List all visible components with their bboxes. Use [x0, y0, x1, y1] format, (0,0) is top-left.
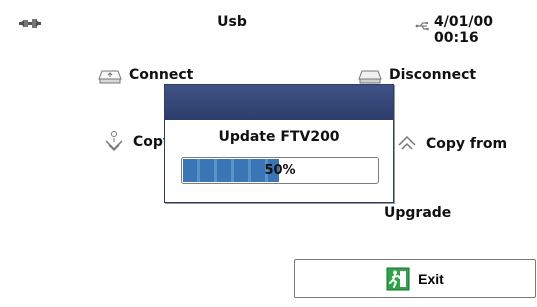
upgrade-label: Upgrade — [384, 205, 452, 221]
upgrade-action[interactable]: Upgrade — [384, 201, 451, 225]
progress-bar: 50% — [181, 157, 379, 184]
connection-icon — [19, 19, 41, 28]
dialog-message: Update FTV200 — [218, 129, 340, 145]
usb-icon — [415, 22, 429, 31]
dialog-titlebar — [165, 85, 393, 120]
exit-label: Exit — [418, 270, 444, 287]
copy-from-action[interactable]: Copy from — [394, 132, 507, 156]
disconnect-label: Disconnect — [389, 67, 477, 83]
connect-icon — [98, 70, 122, 84]
update-dialog: Update FTV200 50% — [164, 84, 394, 203]
copy-from-icon — [398, 135, 416, 150]
page-title: Usb — [217, 14, 247, 30]
usb-screen: Usb 4/01/00 00:16 Connect Disconnect Cop… — [0, 0, 537, 307]
copy-to-icon — [105, 131, 123, 152]
datetime: 4/01/00 00:16 — [434, 14, 493, 46]
exit-button[interactable]: Exit — [294, 259, 536, 298]
connect-label: Connect — [129, 67, 194, 83]
copy-from-label: Copy from — [426, 136, 508, 152]
status-bar: Usb 4/01/00 00:16 — [0, 0, 537, 46]
progress-text: 50% — [264, 163, 296, 178]
exit-icon — [386, 267, 410, 290]
